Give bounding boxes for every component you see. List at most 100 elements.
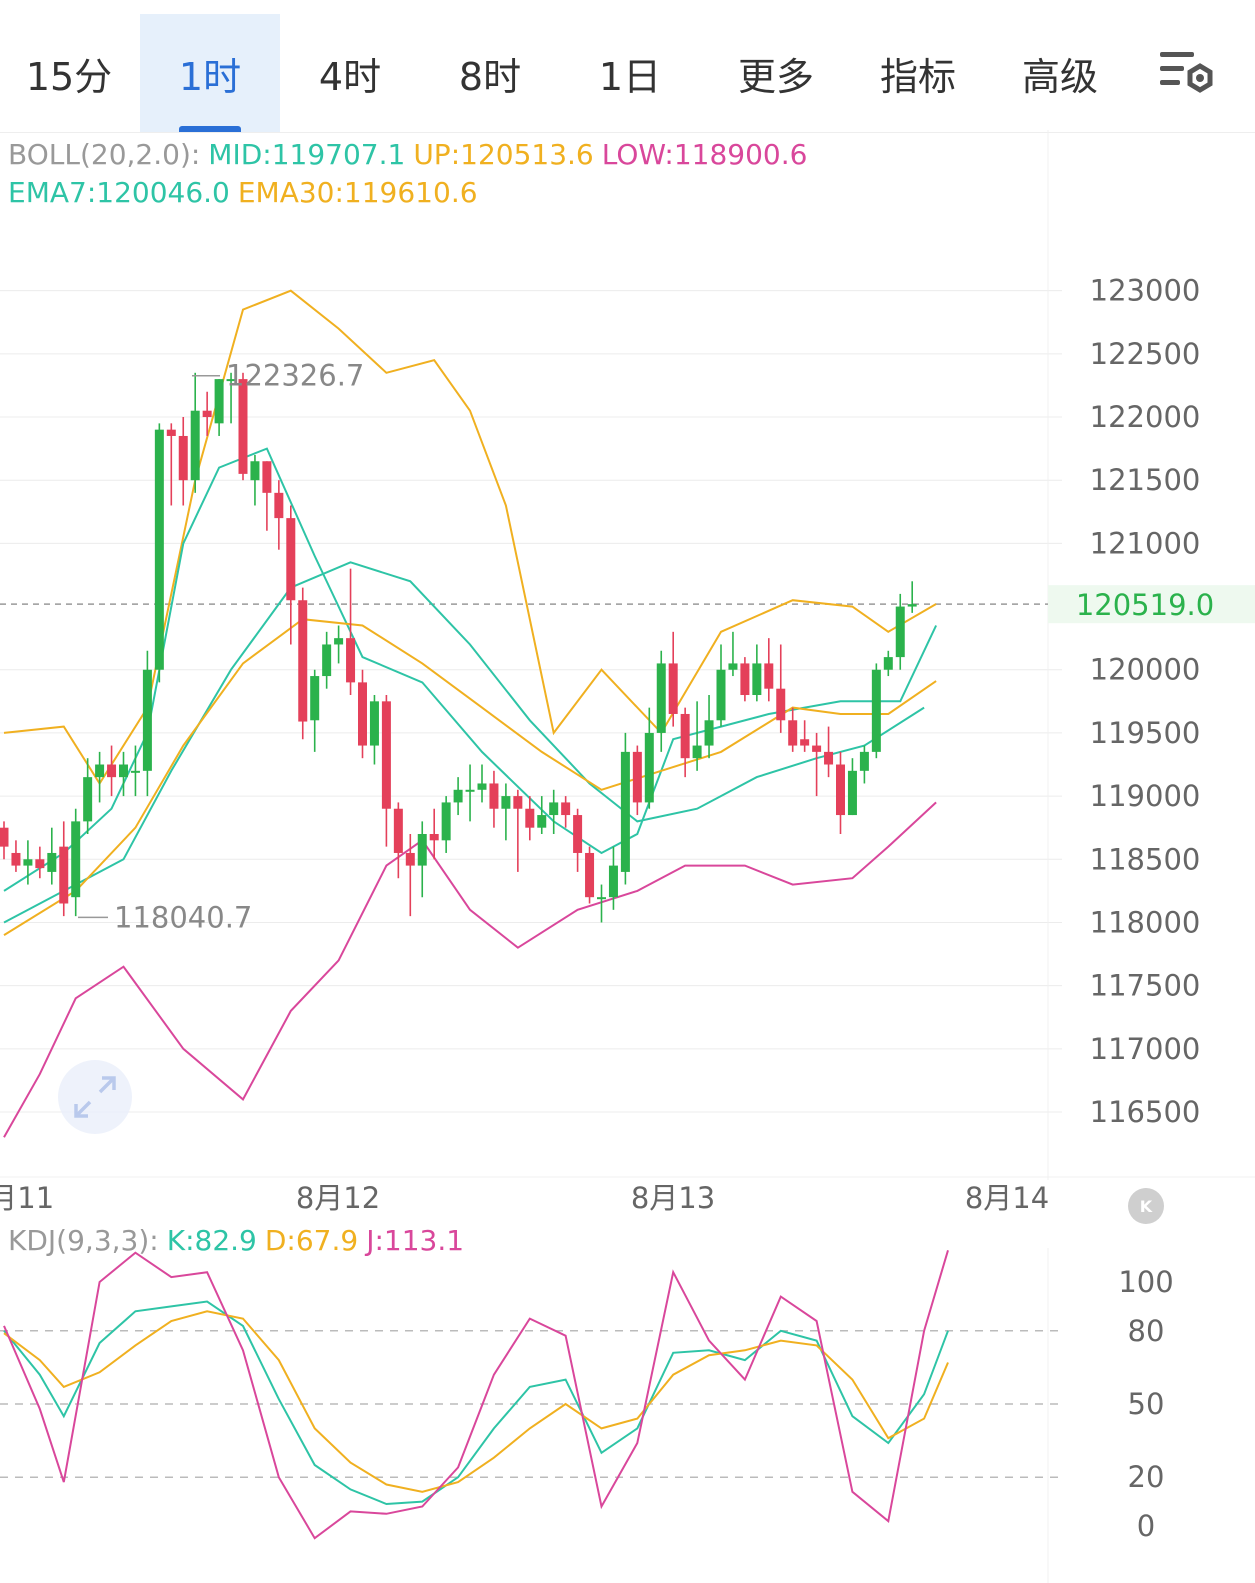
kdj-axis-label: 0: [1137, 1509, 1155, 1543]
candle: [334, 625, 344, 664]
candle: [883, 650, 893, 677]
current-price-label: 120519.0: [1076, 588, 1214, 622]
candle-body: [620, 751, 630, 872]
candle: [95, 751, 105, 803]
candle-body: [704, 720, 714, 746]
tab-label: 15分: [25, 54, 113, 99]
price-axis-label: 116500: [1090, 1095, 1201, 1129]
candle-body: [250, 461, 260, 481]
candle: [190, 372, 200, 493]
candle: [836, 751, 845, 835]
candle-body: [632, 751, 642, 803]
candle-body: [668, 663, 678, 714]
candle: [632, 745, 642, 816]
tab-label: 高级: [1021, 54, 1098, 99]
tab-label: 1时: [178, 54, 242, 99]
candle-body: [178, 435, 188, 481]
price-axis-label: 119500: [1090, 716, 1201, 750]
kdj-j-line: [3, 1250, 949, 1540]
candle-body: [740, 663, 750, 696]
candle: [11, 840, 21, 872]
candle: [788, 707, 798, 752]
chart-settings-icon[interactable]: [1158, 46, 1216, 98]
kdj-chart[interactable]: 100 80 50 20 0: [0, 1248, 1255, 1583]
candle-body: [441, 802, 451, 841]
candle-body: [334, 638, 344, 645]
tab-label: 更多: [737, 54, 814, 99]
candle-body: [238, 379, 248, 474]
candle-body: [561, 802, 571, 816]
price-chart[interactable]: 123000 122500 122000 121500 121000 120000 1195…: [0, 130, 1255, 1230]
price-axis-label: 122500: [1090, 337, 1201, 371]
candle: [71, 808, 81, 917]
candle-body: [453, 789, 463, 803]
tab-1[interactable]: 1时: [140, 14, 280, 132]
candle-body: [812, 745, 822, 752]
candle: [358, 669, 367, 759]
candle-body: [549, 802, 559, 816]
candle: [369, 695, 379, 765]
candle-body: [346, 638, 356, 683]
candle-body: [489, 783, 499, 809]
candle-body: [274, 492, 284, 519]
tab-2[interactable]: 4时: [280, 14, 420, 132]
price-axis-label: 118500: [1090, 842, 1201, 876]
expand-arrows-icon[interactable]: [58, 1060, 132, 1134]
low-price-label: 118040.7: [114, 900, 252, 934]
candle: [525, 796, 535, 841]
candle: [764, 638, 774, 702]
candle: [680, 707, 690, 778]
candle: [776, 644, 786, 733]
candle: [537, 796, 547, 835]
date-axis-label: 8月11: [0, 1181, 54, 1215]
tab-6[interactable]: 指标: [848, 14, 988, 132]
tab-4[interactable]: 1日: [560, 14, 700, 132]
tab-7[interactable]: 高级: [990, 14, 1130, 132]
candle-body: [871, 669, 881, 752]
candle: [561, 796, 571, 828]
candle-body: [190, 410, 200, 481]
candle-body: [214, 379, 224, 424]
candle-body: [644, 732, 654, 803]
candle-body: [166, 429, 176, 436]
tab-0[interactable]: 15分: [0, 14, 138, 132]
candle-body: [322, 644, 332, 677]
series-low-line: [3, 801, 937, 1138]
candle: [381, 695, 391, 847]
tab-3[interactable]: 8时: [420, 14, 560, 132]
tab-5[interactable]: 更多: [706, 14, 846, 132]
candle-body: [358, 682, 367, 746]
candle-body: [107, 764, 117, 778]
price-axis-label: 123000: [1090, 274, 1201, 308]
candle-body: [788, 720, 798, 746]
candle-body: [11, 852, 21, 866]
candle: [59, 821, 69, 917]
timeframe-tabs: 15分 1时 4时 8时 1日 更多 指标 高级: [0, 0, 1255, 133]
candle-body: [907, 604, 917, 607]
candle-body: [47, 852, 57, 872]
price-axis-label: 121000: [1090, 526, 1201, 560]
candle: [142, 650, 152, 797]
candle: [859, 745, 869, 784]
kdj-k-line: [3, 1300, 949, 1506]
candle-body: [310, 676, 320, 721]
kdj-axis-label: 20: [1128, 1460, 1165, 1494]
candle-body: [883, 657, 893, 670]
candle-body: [537, 815, 547, 828]
candle: [501, 783, 511, 841]
candle-body: [262, 461, 272, 493]
candle-body: [95, 764, 105, 778]
candle: [107, 745, 117, 797]
candle-body: [381, 701, 391, 809]
k-logo-icon[interactable]: K: [1128, 1188, 1164, 1224]
candle: [704, 695, 714, 759]
candle: [620, 732, 630, 885]
candle-body: [142, 669, 152, 771]
candle: [573, 808, 583, 872]
kdj-axis-label: 80: [1128, 1314, 1165, 1348]
candle: [585, 846, 595, 904]
candle-body: [656, 663, 666, 733]
price-axis-label: 119000: [1090, 779, 1201, 813]
candle: [907, 581, 917, 613]
candle: [310, 669, 320, 752]
